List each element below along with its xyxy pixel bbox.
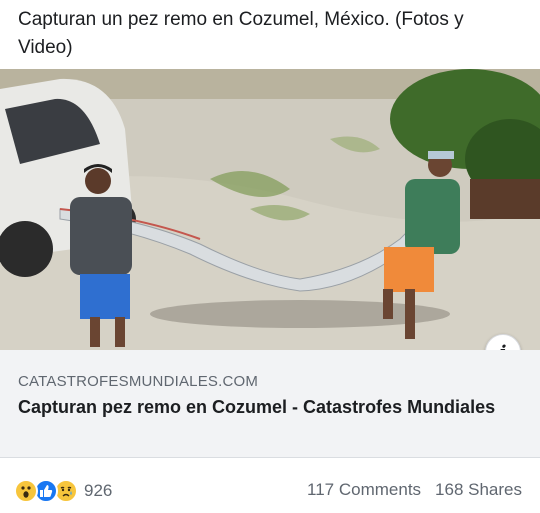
wow-emoji-icon <box>14 479 38 503</box>
post-photo[interactable] <box>0 69 540 350</box>
comments-count[interactable]: 117 Comments <box>307 480 421 500</box>
post-text: Capturan un pez remo en Cozumel, México.… <box>18 9 464 58</box>
link-preview-card[interactable]: CATASTROFESMUNDIALES.COM Capturan pez re… <box>0 350 540 458</box>
link-domain: CATASTROFESMUNDIALES.COM <box>18 373 259 390</box>
reaction-count: 926 <box>84 481 113 500</box>
reactions-summary[interactable]: 926 <box>14 477 112 505</box>
link-title[interactable]: Capturan pez remo en Cozumel - Catastrof… <box>18 396 498 419</box>
post-stats: 117 Comments 168 Shares <box>307 480 522 500</box>
shares-count[interactable]: 168 Shares <box>435 480 522 500</box>
